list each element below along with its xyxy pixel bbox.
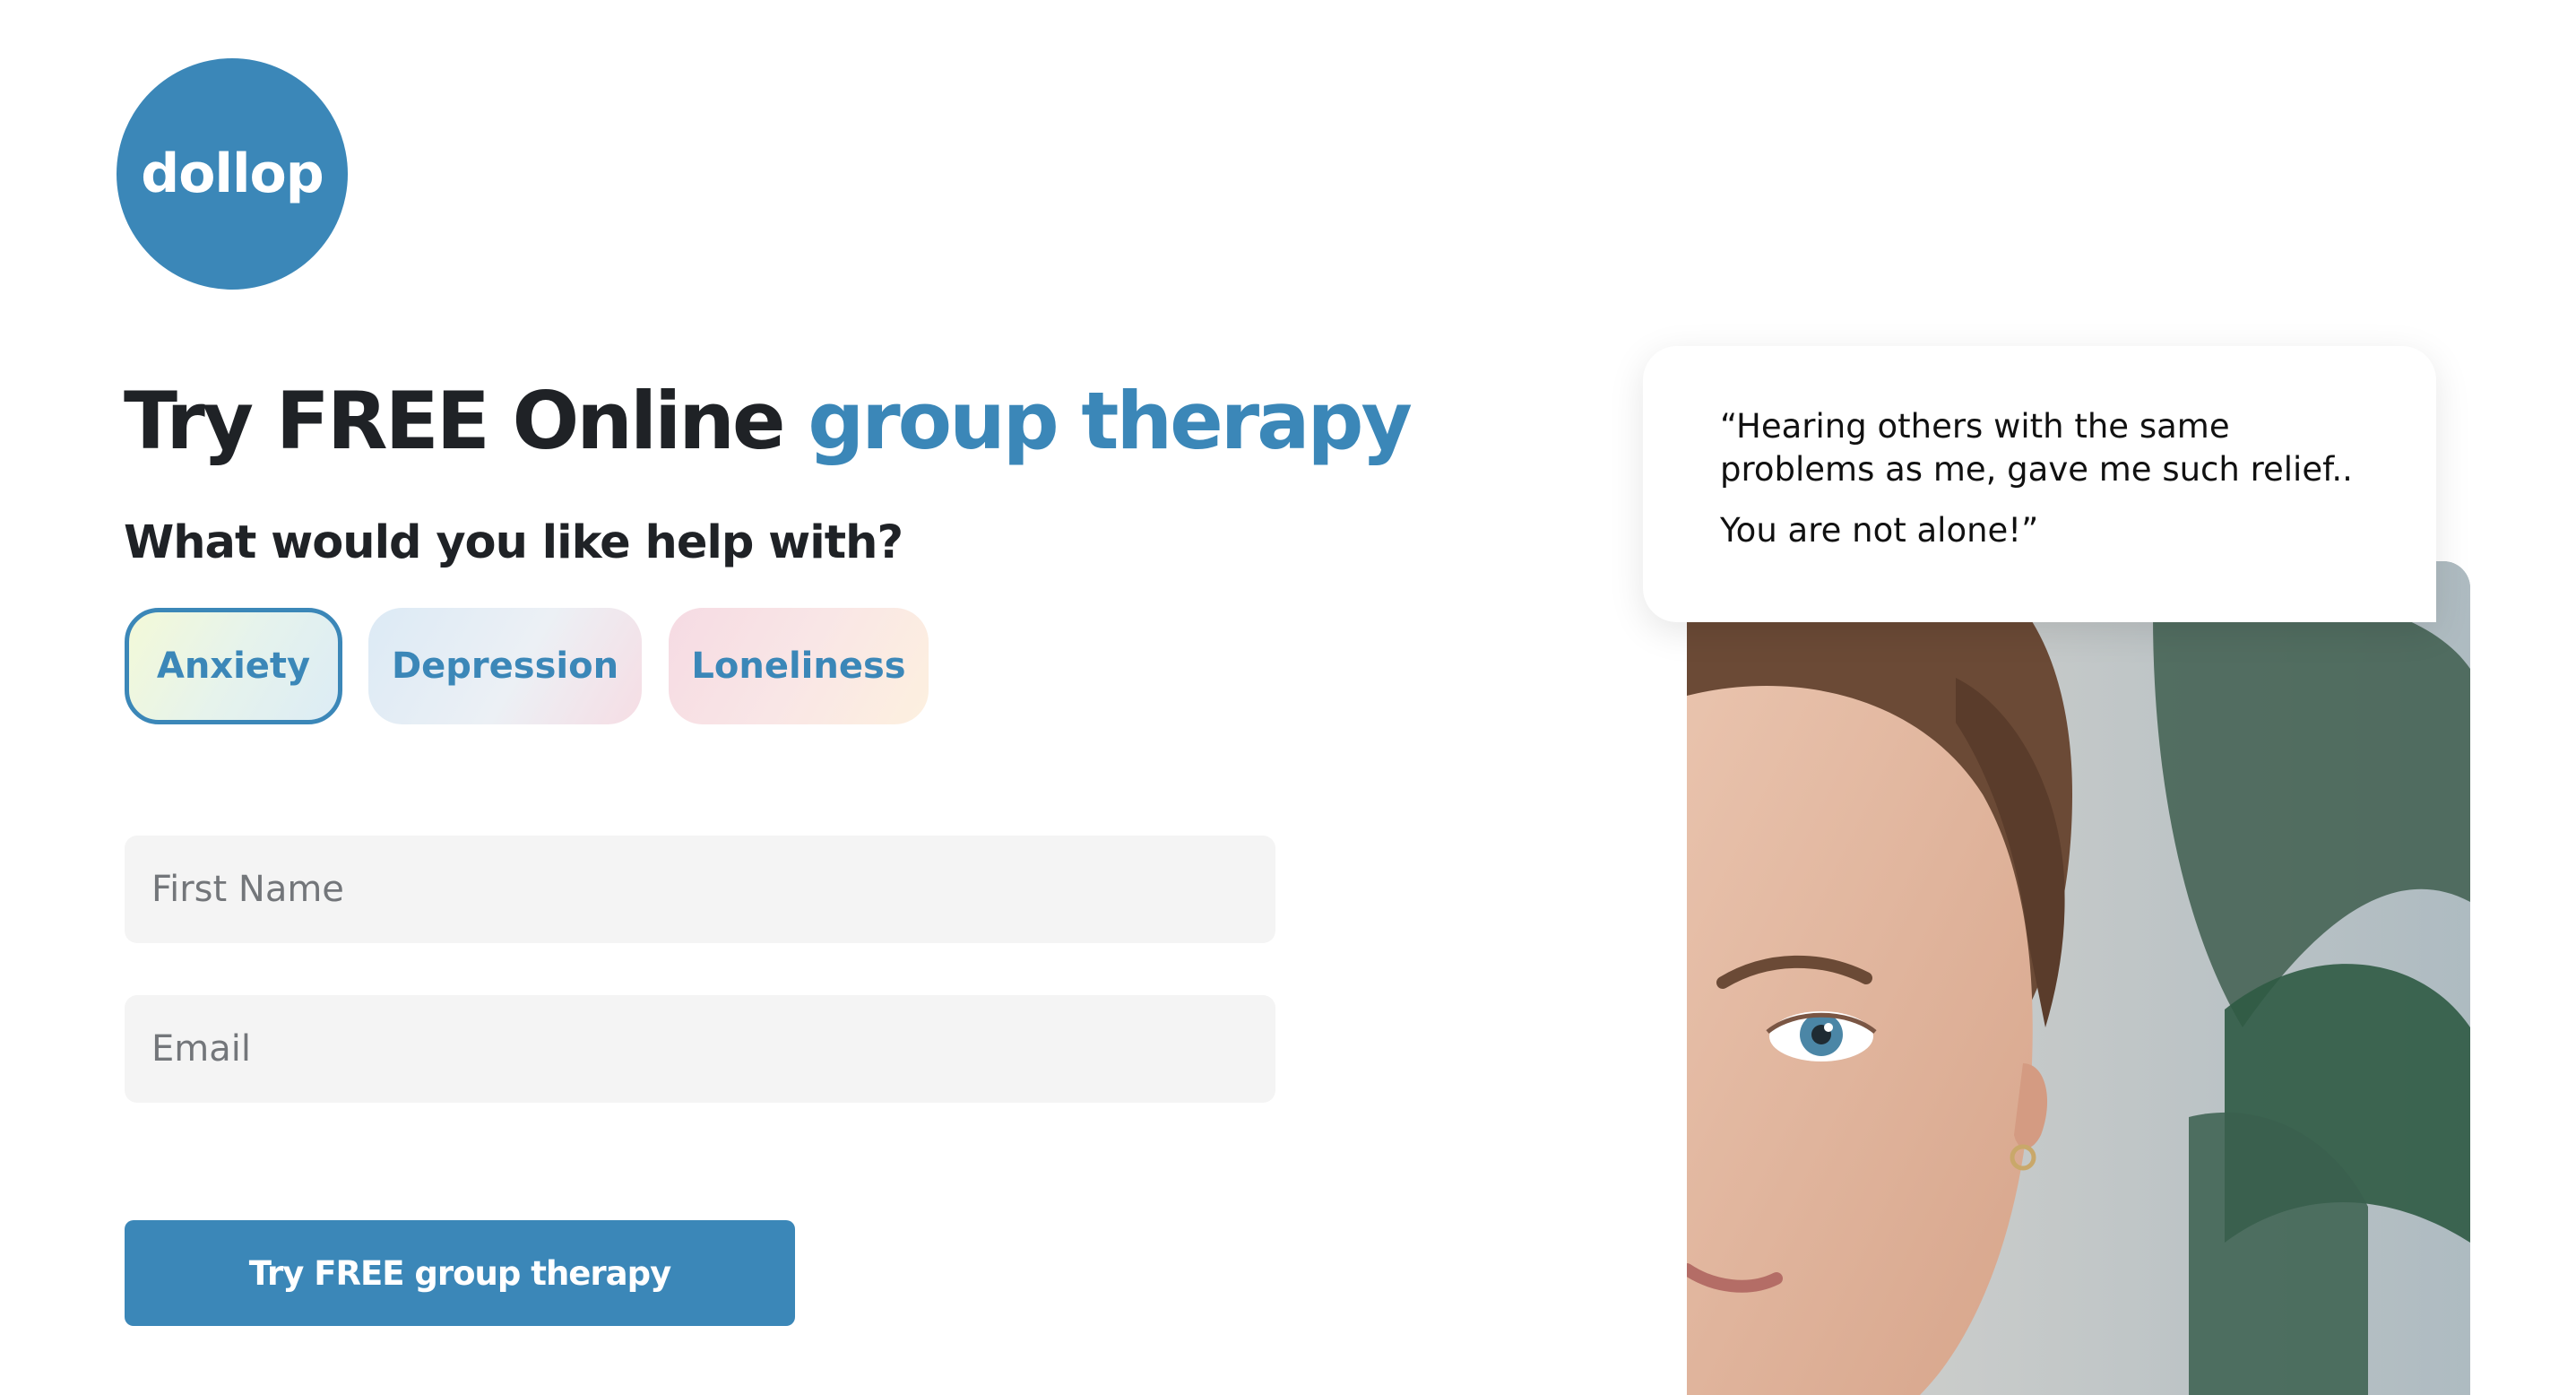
testimonial-closing: You are not alone!” <box>1720 511 2039 550</box>
testimonial-card: “Hearing others with the same problems a… <box>1643 346 2436 622</box>
topic-chip-label: Anxiety <box>156 646 311 687</box>
topic-chip-depression[interactable]: Depression <box>368 608 642 724</box>
topic-chip-anxiety[interactable]: Anxiety <box>125 608 342 724</box>
testimonial-photo <box>1687 561 2470 1395</box>
woman-portrait-image <box>1687 561 2470 1395</box>
try-free-group-therapy-button[interactable]: Try FREE group therapy <box>125 1220 795 1326</box>
testimonial-quote: “Hearing others with the same problems a… <box>1720 407 2353 489</box>
headline-accent: group therapy <box>808 375 1413 467</box>
topic-chip-loneliness[interactable]: Loneliness <box>669 608 929 724</box>
dollop-logo[interactable]: dollop <box>117 58 348 290</box>
logo-text: dollop <box>141 143 324 205</box>
email-input[interactable] <box>125 995 1275 1103</box>
help-question: What would you like help with? <box>124 516 903 569</box>
page-title: Try FREE Online group therapy <box>124 375 1413 467</box>
headline-prefix: Try FREE Online <box>124 375 808 467</box>
topic-chip-label: Depression <box>391 646 619 687</box>
first-name-input[interactable] <box>125 836 1275 943</box>
topic-chip-label: Loneliness <box>691 646 906 687</box>
